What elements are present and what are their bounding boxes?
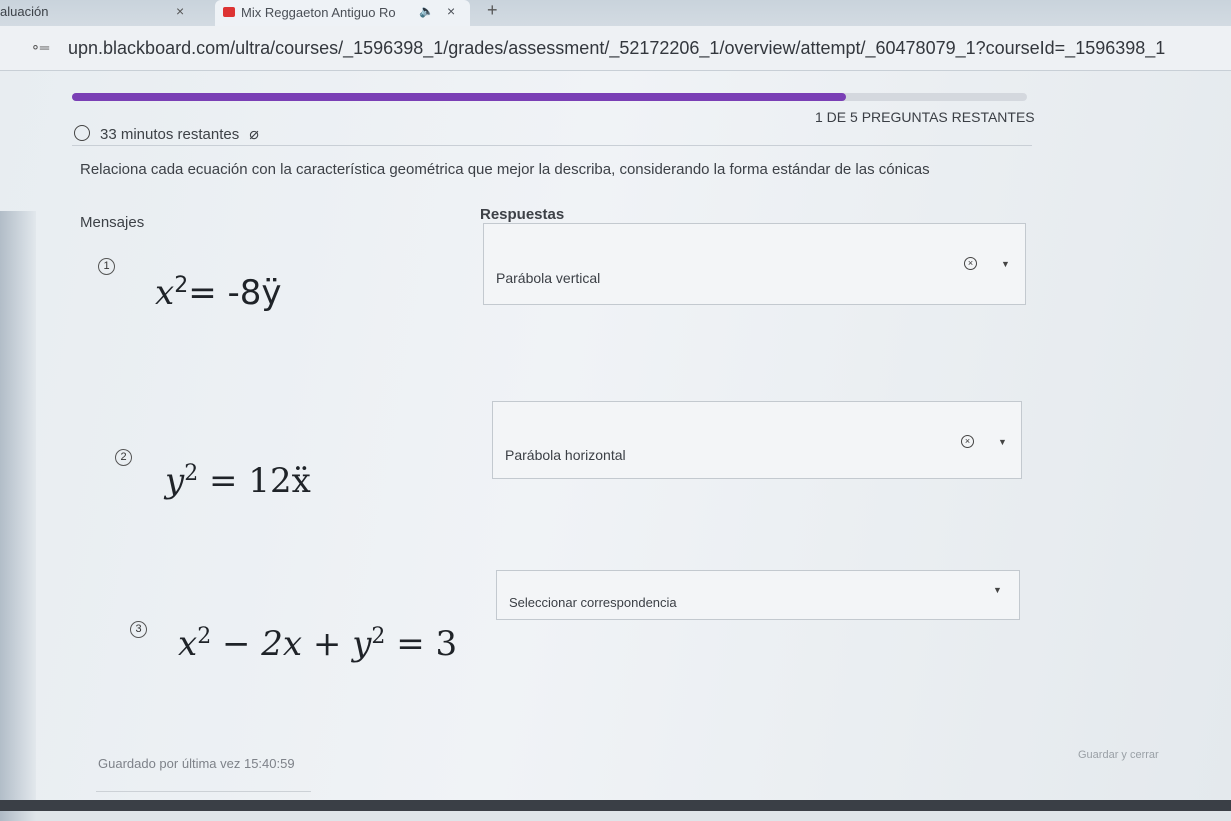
tab-bar: aluación × Mix Reggaeton Antiguo Ro 🔈 × … bbox=[0, 0, 1231, 26]
item-number-3: 3 bbox=[130, 621, 147, 638]
messages-header: Mensajes bbox=[80, 214, 145, 231]
chevron-down-icon[interactable]: ▼ bbox=[993, 585, 1002, 595]
speaker-icon[interactable]: 🔈 bbox=[419, 4, 434, 18]
last-saved-text: Guardado por última vez 15:40:59 bbox=[98, 756, 295, 771]
new-tab-button[interactable]: + bbox=[487, 0, 498, 21]
progress-bar bbox=[72, 93, 1027, 101]
hide-timer-icon[interactable]: ⌀ bbox=[249, 124, 259, 144]
tab-evaluacion[interactable]: aluación × bbox=[0, 0, 195, 26]
address-bar[interactable]: ⚬═ upn.blackboard.com/ultra/courses/_159… bbox=[0, 26, 1231, 71]
answer-label: Parábola horizontal bbox=[505, 447, 626, 463]
answer-dropdown-1[interactable]: Parábola vertical × ▼ bbox=[483, 223, 1026, 305]
questions-remaining: 1 DE 5 PREGUNTAS RESTANTES bbox=[815, 109, 1035, 125]
timer[interactable]: 33 minutos restantes ⌀ bbox=[74, 124, 259, 144]
progress-fill bbox=[72, 93, 846, 101]
youtube-icon bbox=[223, 7, 235, 17]
bottom-edge bbox=[0, 800, 1231, 811]
answer-dropdown-2[interactable]: Parábola horizontal × ▼ bbox=[492, 401, 1022, 479]
site-info-icon[interactable]: ⚬═ bbox=[30, 40, 49, 56]
timer-text: 33 minutos restantes bbox=[100, 126, 240, 143]
clock-icon bbox=[74, 125, 90, 141]
close-tab-icon[interactable]: × bbox=[447, 3, 455, 19]
clear-answer-icon[interactable]: × bbox=[961, 435, 974, 448]
tab-youtube[interactable]: Mix Reggaeton Antiguo Ro 🔈 × bbox=[215, 0, 470, 26]
url-text[interactable]: upn.blackboard.com/ultra/courses/_159639… bbox=[68, 38, 1165, 59]
item-number-1: 1 bbox=[98, 258, 115, 275]
answer-placeholder: Seleccionar correspondencia bbox=[509, 595, 677, 610]
footer-divider bbox=[96, 791, 311, 792]
equation-2: y2 = 12ẍ bbox=[165, 461, 311, 501]
save-and-close-button[interactable]: Guardar y cerrar bbox=[1078, 749, 1159, 761]
item-number-2: 2 bbox=[115, 449, 132, 466]
close-tab-icon[interactable]: × bbox=[176, 3, 184, 19]
divider bbox=[72, 145, 1032, 146]
tab-title: aluación bbox=[0, 4, 49, 19]
chevron-down-icon[interactable]: ▼ bbox=[998, 437, 1007, 447]
answers-header: Respuestas bbox=[480, 206, 565, 223]
answer-label: Parábola vertical bbox=[496, 270, 601, 286]
chevron-down-icon[interactable]: ▼ bbox=[1001, 259, 1010, 269]
equation-1: x2= -8ÿ bbox=[155, 273, 282, 313]
tab-title: Mix Reggaeton Antiguo Ro bbox=[241, 5, 396, 20]
question-instruction: Relaciona cada ecuación con la caracterí… bbox=[80, 161, 930, 178]
clear-answer-icon[interactable]: × bbox=[964, 257, 977, 270]
answer-dropdown-3[interactable]: Seleccionar correspondencia ▼ bbox=[496, 570, 1020, 620]
side-shadow bbox=[0, 211, 36, 821]
equation-3: x2 − 2x + y2 = 3 bbox=[178, 624, 458, 664]
assessment-page: 33 minutos restantes ⌀ 1 DE 5 PREGUNTAS R… bbox=[0, 71, 1231, 821]
